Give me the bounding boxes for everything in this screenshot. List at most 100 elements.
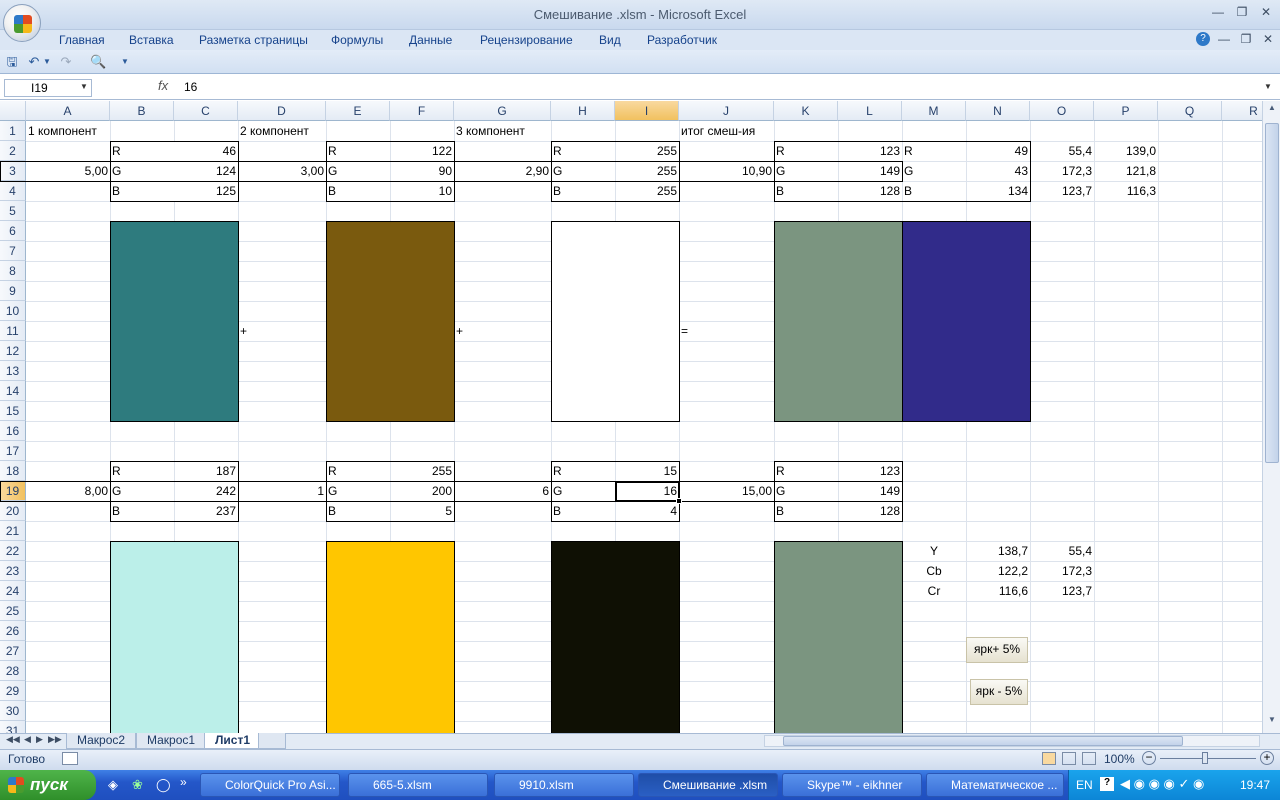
col-header-p[interactable]: P bbox=[1094, 101, 1158, 121]
row-header-7[interactable]: 7 bbox=[0, 241, 26, 261]
cell-g3[interactable]: 2,90 bbox=[454, 161, 551, 181]
cell-p3[interactable]: 121,8 bbox=[1094, 161, 1158, 181]
insert-sheet-icon[interactable] bbox=[258, 733, 286, 749]
row-header-5[interactable]: 5 bbox=[0, 201, 26, 221]
cell-a1[interactable]: 1 компонент bbox=[26, 121, 110, 141]
row-header-12[interactable]: 12 bbox=[0, 341, 26, 361]
row-header-9[interactable]: 9 bbox=[0, 281, 26, 301]
cell-k19[interactable]: G bbox=[774, 481, 838, 501]
row-header-24[interactable]: 24 bbox=[0, 581, 26, 601]
cell-m2[interactable]: R bbox=[902, 141, 966, 161]
row-header-8[interactable]: 8 bbox=[0, 261, 26, 281]
cell-g1[interactable]: 3 компонент bbox=[454, 121, 551, 141]
cell-c3[interactable]: 124 bbox=[174, 161, 238, 181]
cell-b3[interactable]: G bbox=[110, 161, 174, 181]
tab-developer[interactable]: Разработчик bbox=[647, 33, 717, 47]
cell-c20[interactable]: 237 bbox=[174, 501, 238, 521]
cell-f18[interactable]: 255 bbox=[390, 461, 454, 481]
cell-m4[interactable]: B bbox=[902, 181, 966, 201]
brightness-down-button[interactable]: ярк - 5% bbox=[970, 679, 1028, 705]
cell-j19[interactable]: 15,00 bbox=[679, 481, 774, 501]
cell-k18[interactable]: R bbox=[774, 461, 838, 481]
cell-k2[interactable]: R bbox=[774, 141, 838, 161]
fx-icon[interactable]: fx bbox=[158, 78, 168, 93]
row-header-16[interactable]: 16 bbox=[0, 421, 26, 441]
save-icon[interactable]: 🖫 bbox=[4, 54, 20, 70]
close-icon[interactable]: ✕ bbox=[1256, 5, 1276, 21]
cell-b20[interactable]: B bbox=[110, 501, 174, 521]
cell-c2[interactable]: 46 bbox=[174, 141, 238, 161]
cell-o2[interactable]: 55,4 bbox=[1030, 141, 1094, 161]
quicklaunch-icon[interactable]: ❀ bbox=[132, 777, 148, 793]
cell-m22[interactable]: Y bbox=[902, 541, 966, 561]
cell-k20[interactable]: B bbox=[774, 501, 838, 521]
row-header-18[interactable]: 18 bbox=[0, 461, 26, 481]
row-header-30[interactable]: 30 bbox=[0, 701, 26, 721]
cell-h3[interactable]: G bbox=[551, 161, 615, 181]
cell-i4[interactable]: 255 bbox=[615, 181, 679, 201]
scroll-down-icon[interactable]: ▼ bbox=[1265, 715, 1279, 729]
row-header-25[interactable]: 25 bbox=[0, 601, 26, 621]
tab-view[interactable]: Вид bbox=[599, 33, 621, 47]
row-header-29[interactable]: 29 bbox=[0, 681, 26, 701]
cell-a3[interactable]: 5,00 bbox=[26, 161, 110, 181]
zoom-out-icon[interactable]: − bbox=[1142, 751, 1156, 765]
zoom-in-icon[interactable]: + bbox=[1260, 751, 1274, 765]
sheet-tab-macro1[interactable]: Макрос1 bbox=[136, 733, 207, 749]
taskbar-item-skype[interactable]: Skype™ - eikhner bbox=[782, 773, 922, 797]
cell-l2[interactable]: 123 bbox=[838, 141, 902, 161]
tab-home[interactable]: Главная bbox=[59, 33, 105, 47]
language-indicator[interactable]: EN bbox=[1076, 778, 1093, 792]
cell-d11[interactable]: + bbox=[238, 321, 326, 341]
row-header-23[interactable]: 23 bbox=[0, 561, 26, 581]
cell-d1[interactable]: 2 компонент bbox=[238, 121, 326, 141]
scroll-up-icon[interactable]: ▲ bbox=[1265, 103, 1279, 117]
cell-o4[interactable]: 123,7 bbox=[1030, 181, 1094, 201]
cell-f20[interactable]: 5 bbox=[390, 501, 454, 521]
cell-a19[interactable]: 8,00 bbox=[26, 481, 110, 501]
cell-g19[interactable]: 6 bbox=[454, 481, 551, 501]
undo-icon[interactable]: ↶ bbox=[26, 54, 42, 70]
cell-i20[interactable]: 4 bbox=[615, 501, 679, 521]
quicklaunch-more-icon[interactable]: » bbox=[180, 775, 187, 789]
cell-h20[interactable]: B bbox=[551, 501, 615, 521]
cell-d3[interactable]: 3,00 bbox=[238, 161, 326, 181]
row-header-4[interactable]: 4 bbox=[0, 181, 26, 201]
sheet-tab-macro2[interactable]: Макрос2 bbox=[66, 733, 137, 749]
row-header-21[interactable]: 21 bbox=[0, 521, 26, 541]
tab-data[interactable]: Данные bbox=[409, 33, 452, 47]
undo-dropdown-icon[interactable]: ▼ bbox=[42, 54, 52, 70]
quicklaunch-icon[interactable]: ◈ bbox=[108, 777, 124, 793]
taskbar-item-665-5[interactable]: 665-5.xlsm bbox=[348, 773, 488, 797]
taskbar-item-9910[interactable]: 9910.xlsm bbox=[494, 773, 634, 797]
cell-b18[interactable]: R bbox=[110, 461, 174, 481]
cell-i3[interactable]: 255 bbox=[615, 161, 679, 181]
cell-o24[interactable]: 123,7 bbox=[1030, 581, 1094, 601]
help-icon[interactable]: ? bbox=[1196, 32, 1210, 46]
cell-o3[interactable]: 172,3 bbox=[1030, 161, 1094, 181]
cell-n4[interactable]: 134 bbox=[966, 181, 1030, 201]
taskbar-item-colorquick[interactable]: ColorQuick Pro Asi... bbox=[200, 773, 340, 797]
office-button[interactable] bbox=[3, 4, 41, 42]
vertical-scroll-thumb[interactable] bbox=[1265, 123, 1279, 463]
cell-f4[interactable]: 10 bbox=[390, 181, 454, 201]
tab-insert[interactable]: Вставка bbox=[129, 33, 174, 47]
ribbon-restore-icon[interactable]: ❐ bbox=[1236, 32, 1256, 48]
col-header-r[interactable]: R bbox=[1222, 101, 1262, 121]
row-header-26[interactable]: 26 bbox=[0, 621, 26, 641]
cell-e20[interactable]: B bbox=[326, 501, 390, 521]
cell-j1[interactable]: итог смеш-ия bbox=[679, 121, 799, 141]
name-box-dropdown-icon[interactable]: ▼ bbox=[80, 82, 88, 91]
cell-c18[interactable]: 187 bbox=[174, 461, 238, 481]
col-header-m[interactable]: M bbox=[902, 101, 966, 121]
zoom-level[interactable]: 100% bbox=[1104, 752, 1135, 766]
col-header-j[interactable]: J bbox=[679, 101, 774, 121]
row-header-17[interactable]: 17 bbox=[0, 441, 26, 461]
row-header-11[interactable]: 11 bbox=[0, 321, 26, 341]
col-header-o[interactable]: O bbox=[1030, 101, 1094, 121]
taskbar-item-smeshivanie[interactable]: Смешивание .xlsm bbox=[638, 773, 778, 797]
brightness-up-button[interactable]: ярк+ 5% bbox=[966, 637, 1028, 663]
cell-o22[interactable]: 55,4 bbox=[1030, 541, 1094, 561]
col-header-q[interactable]: Q bbox=[1158, 101, 1222, 121]
row-header-15[interactable]: 15 bbox=[0, 401, 26, 421]
